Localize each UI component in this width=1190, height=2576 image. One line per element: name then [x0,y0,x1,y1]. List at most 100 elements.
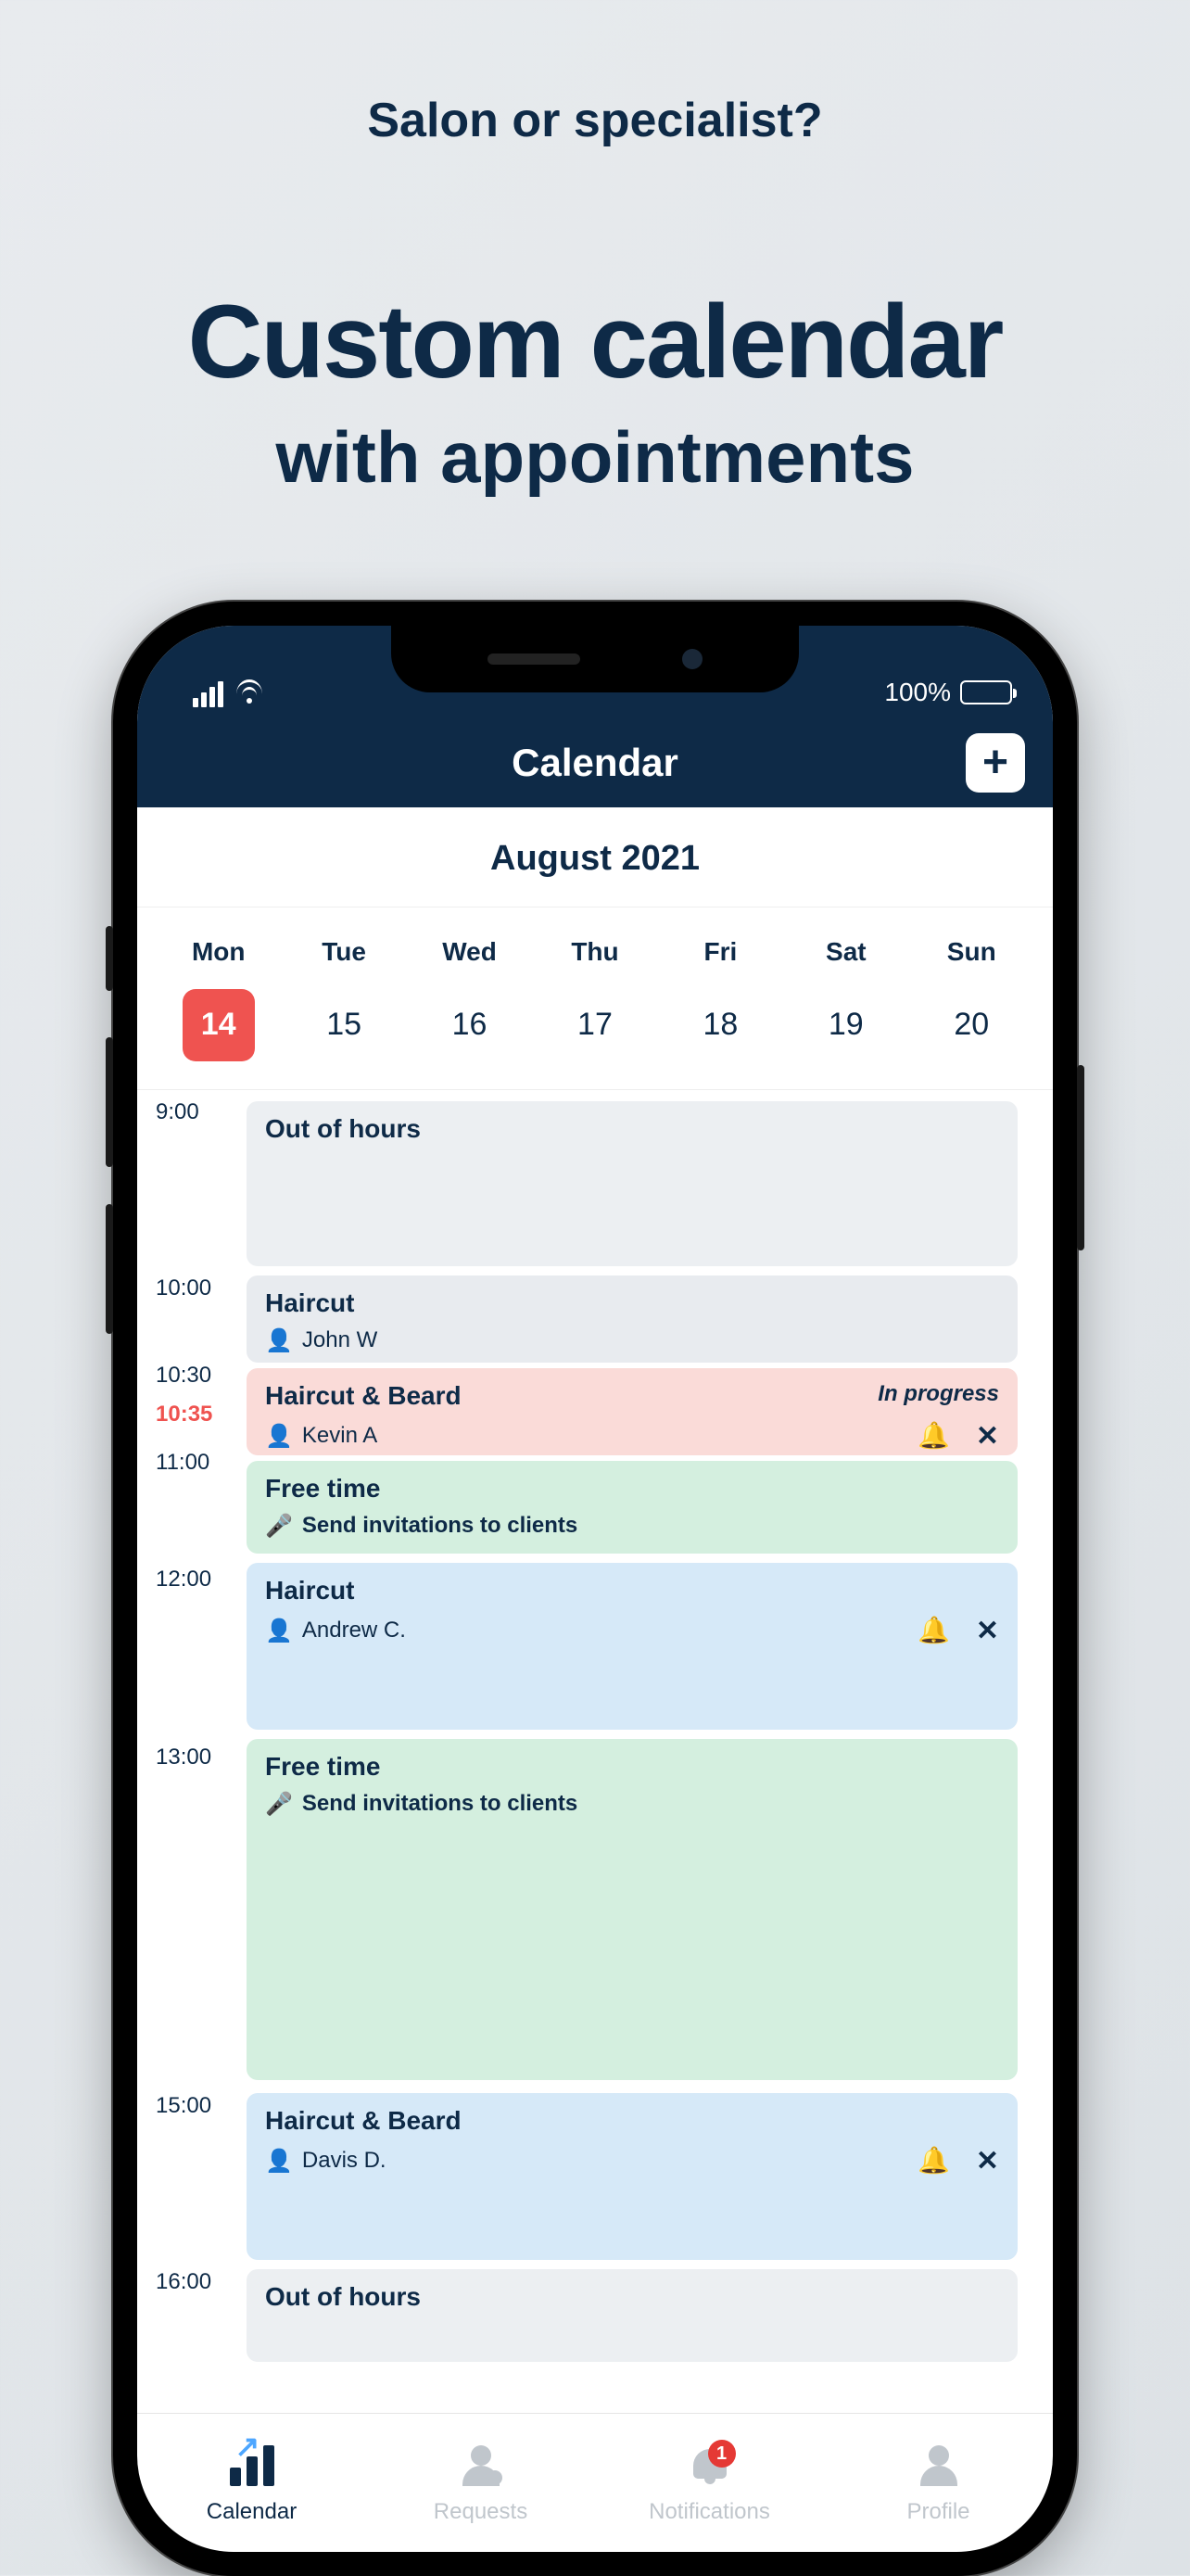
battery-icon [960,680,1012,704]
event-client-name: John W [302,1327,377,1353]
event-block[interactable]: Free time 🎤 Send invitations to clients [247,1461,1018,1554]
current-time-label: 10:35 [156,1402,212,1428]
tab-requests[interactable]: Requests [366,2414,595,2552]
promo-subtitle: with appointments [276,415,915,500]
event-block[interactable]: Out of hours [247,1101,1018,1266]
promo-title: Custom calendar [188,287,1003,397]
event-client: 👤 John W [265,1327,377,1354]
day-column[interactable]: Wed 16 [407,937,532,1061]
day-column[interactable]: Tue 15 [281,937,406,1061]
day-number[interactable]: 16 [434,989,506,1061]
event-client: 👤 Kevin A [265,1423,377,1450]
day-number[interactable]: 20 [935,989,1007,1061]
day-column[interactable]: Thu 17 [532,937,657,1061]
event-title: Haircut [265,1288,999,1318]
event-block[interactable]: Haircut 👤Andrew C. 🔔 ✕ [247,1563,1018,1730]
day-number[interactable]: 17 [559,989,631,1061]
close-icon[interactable]: ✕ [976,1420,999,1453]
close-icon[interactable]: ✕ [976,2145,999,2177]
event-title: Haircut [265,1576,999,1605]
microphone-icon: 🎤 [265,1513,293,1540]
day-strip: Mon 14 Tue 15 Wed 16 Thu 17 Fri 18 Sat 19 Sun 20 [137,907,1053,1090]
battery-percent: 100% [884,678,951,707]
profile-icon [918,2440,959,2492]
event-action-text[interactable]: 🎤 Send invitations to clients [265,1513,577,1540]
event-action-text[interactable]: 🎤 Send invitations to clients [265,1791,577,1818]
wifi-icon [234,683,264,705]
day-column[interactable]: Sat 19 [783,937,908,1061]
event-client-name: Davis D. [302,2148,386,2174]
day-name: Sat [783,937,908,967]
event-action-label: Send invitations to clients [302,1791,577,1817]
event-client-name: Andrew C. [302,1618,406,1643]
time-label: 9:00 [156,1099,199,1125]
event-title: Haircut & Beard [265,2106,999,2136]
timeline[interactable]: Out of hours Haircut 👤 John W Haircut & Bear… [137,1090,1053,2413]
time-label: 13:00 [156,1745,211,1770]
month-label: August 2021 [490,839,700,878]
close-icon[interactable]: ✕ [976,1615,999,1647]
tab-label: Requests [434,2499,527,2525]
person-clock-icon [461,2440,501,2492]
event-block[interactable]: Out of hours [247,2269,1018,2362]
day-name: Fri [658,937,783,967]
user-icon: 👤 [265,2148,293,2175]
day-column[interactable]: Mon 14 [156,937,281,1061]
bell-icon: 1 [690,2440,730,2492]
day-number[interactable]: 19 [810,989,882,1061]
user-icon: 👤 [265,1423,293,1450]
day-number[interactable]: 14 [183,989,255,1061]
day-column[interactable]: Sun 20 [909,937,1034,1061]
bell-icon[interactable]: 🔔 [918,2145,950,2177]
chart-icon: ↗ [230,2440,274,2492]
notification-badge: 1 [708,2440,736,2468]
time-label: 15:00 [156,2093,211,2119]
add-button[interactable]: + [966,733,1025,793]
month-selector[interactable]: August 2021 [137,807,1053,907]
tab-label: Profile [906,2499,969,2525]
day-column[interactable]: Fri 18 [658,937,783,1061]
tab-label: Calendar [207,2499,297,2525]
day-number[interactable]: 18 [684,989,756,1061]
event-title: Free time [265,1752,999,1782]
time-label: 12:00 [156,1567,211,1593]
header-title: Calendar [512,741,678,785]
day-name: Wed [407,937,532,967]
time-label: 10:30 [156,1363,211,1389]
promo-tagline: Salon or specialist? [367,93,822,148]
event-block[interactable]: Haircut 👤 John W [247,1275,1018,1363]
phone-frame: 100% Calendar + August 2021 Mon 14 Tue 15 We… [113,602,1077,2576]
signal-icon [193,681,223,707]
event-action-label: Send invitations to clients [302,1513,577,1539]
time-label: 16:00 [156,2269,211,2295]
event-block[interactable]: Haircut & BeardIn progress👤Kevin A🔔✕ [247,1368,1018,1455]
tab-calendar[interactable]: ↗ Calendar [137,2414,366,2552]
event-title: Out of hours [265,2282,999,2312]
bell-icon[interactable]: 🔔 [918,1420,950,1453]
time-label: 11:00 [156,1450,209,1476]
user-icon: 👤 [265,1327,293,1354]
phone-notch [391,626,799,692]
time-label: 10:00 [156,1275,211,1301]
tab-notifications[interactable]: 1 Notifications [595,2414,824,2552]
bell-icon[interactable]: 🔔 [918,1615,950,1647]
day-name: Tue [281,937,406,967]
day-name: Thu [532,937,657,967]
event-block[interactable]: Haircut & Beard 👤 Davis D. 🔔 ✕ [247,2093,1018,2260]
day-name: Sun [909,937,1034,967]
event-status: In progress [878,1381,999,1407]
event-client: 👤Andrew C. [265,1618,406,1644]
event-block[interactable]: Free time 🎤 Send invitations to clients [247,1739,1018,2080]
tab-bar: ↗ Calendar Requests 1 Notifications Profile [137,2413,1053,2552]
microphone-icon: 🎤 [265,1791,293,1818]
tab-label: Notifications [649,2499,770,2525]
tab-profile[interactable]: Profile [824,2414,1053,2552]
day-number[interactable]: 15 [308,989,380,1061]
event-client: 👤 Davis D. [265,2148,386,2175]
app-header: Calendar + [137,718,1053,807]
phone-screen: 100% Calendar + August 2021 Mon 14 Tue 15 We… [137,626,1053,2552]
event-title: Free time [265,1474,999,1504]
day-name: Mon [156,937,281,967]
event-client-name: Kevin A [302,1423,377,1449]
event-title: Out of hours [265,1114,999,1144]
